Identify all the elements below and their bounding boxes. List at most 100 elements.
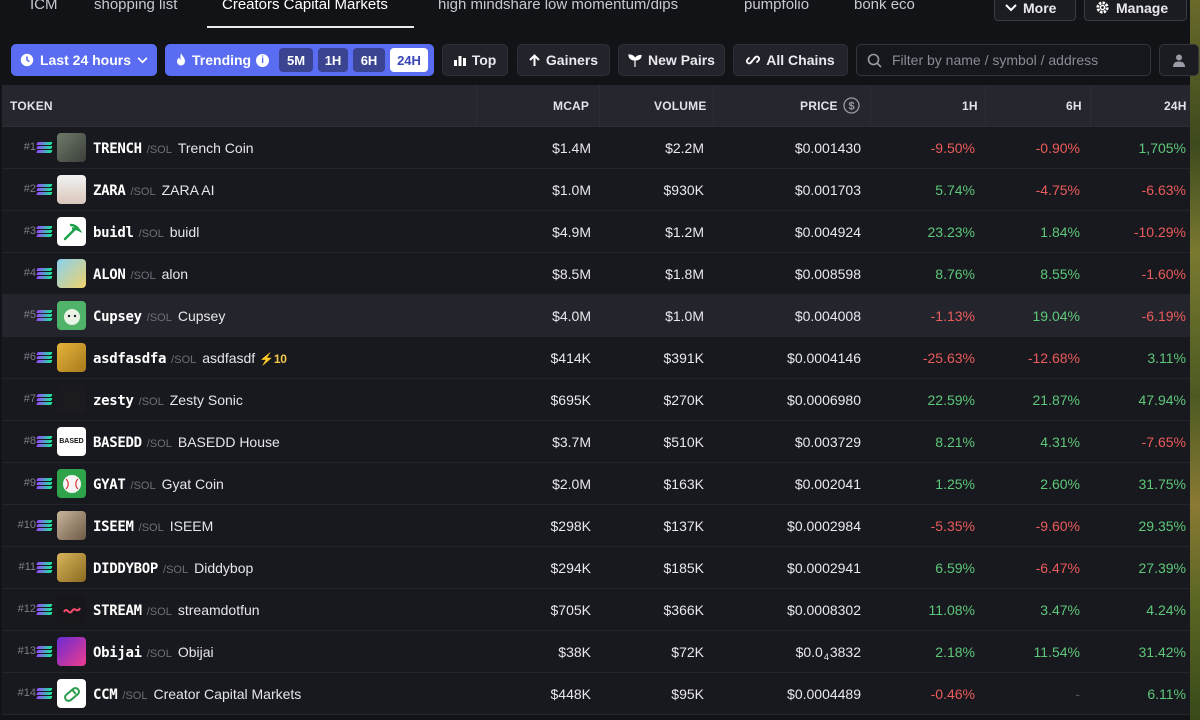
change-6h: - bbox=[1075, 686, 1080, 702]
more-button[interactable]: More bbox=[994, 0, 1076, 21]
table-row[interactable]: #10 ISEEM/SOL ISEEM $298K $137K $0.000298… bbox=[2, 505, 1190, 547]
symbol-text: asdfasdfa bbox=[93, 351, 167, 367]
table-row[interactable]: #13 Obijai/SOL Obijai $38K $72K $0.043832… bbox=[2, 631, 1190, 673]
table-row[interactable]: #1 TRENCH/SOL Trench Coin $1.4M $2.2M $0.… bbox=[2, 127, 1190, 169]
desktop-wallpaper-strip bbox=[1190, 0, 1200, 720]
column-divider bbox=[713, 85, 714, 126]
pair-quote: /SOL bbox=[146, 144, 172, 156]
table-row[interactable]: #12 STREAM/SOL streamdotfun $705K $366K $… bbox=[2, 589, 1190, 631]
rank-label: #4 bbox=[23, 267, 36, 279]
column-24h[interactable]: 24H bbox=[1164, 99, 1187, 113]
column-token[interactable]: TOKEN bbox=[10, 99, 53, 113]
volume-value: $270K bbox=[663, 392, 704, 408]
mcap-value: $294K bbox=[550, 560, 591, 576]
mcap-value: $8.5M bbox=[552, 266, 591, 282]
price-digits: 3832 bbox=[829, 644, 861, 660]
column-divider bbox=[985, 85, 986, 126]
trending-label: Trending bbox=[192, 52, 252, 68]
tab-bonk-eco[interactable]: bonk eco bbox=[854, 0, 915, 20]
mcap-value: $298K bbox=[550, 518, 591, 534]
table-row[interactable]: #6 asdfasdfa/SOL asdfasdf ⚡10 $414K $391K … bbox=[2, 337, 1190, 379]
price-value: $0.0004146 bbox=[787, 350, 861, 366]
boost-count: 10 bbox=[273, 352, 287, 366]
mcap-value: $695K bbox=[550, 392, 591, 408]
symbol-text: Cupsey bbox=[93, 309, 142, 325]
table-row[interactable]: #11 DIDDYBOP/SOL Diddybop $294K $185K $0.… bbox=[2, 547, 1190, 589]
table-row[interactable]: #8 BASED BASEDD/SOL BASEDD House $3.7M $5… bbox=[2, 421, 1190, 463]
trending-filter[interactable]: Trending i 5M 1H 6H 24H bbox=[165, 44, 434, 76]
table-body: #1 TRENCH/SOL Trench Coin $1.4M $2.2M $0.… bbox=[2, 127, 1190, 715]
info-icon[interactable]: i bbox=[256, 53, 270, 67]
table-row[interactable]: #4 ALON/SOL alon $8.5M $1.8M $0.008598 8.… bbox=[2, 253, 1190, 295]
table-row[interactable]: #14 CCM/SOL Creator Capital Markets $448K… bbox=[2, 673, 1190, 715]
change-1h: 8.21% bbox=[935, 434, 975, 450]
table-row[interactable]: #3 buidl/SOL buidl $4.9M $1.2M $0.004924 … bbox=[2, 211, 1190, 253]
all-chains-button[interactable]: All Chains bbox=[733, 44, 848, 76]
table-row[interactable]: #9 GYAT/SOL Gyat Coin $2.0M $163K $0.0020… bbox=[2, 463, 1190, 505]
tab-high-mindshare[interactable]: high mindshare low momentum/dips bbox=[438, 0, 678, 20]
manage-button[interactable]: Manage bbox=[1084, 0, 1187, 21]
price-value: $0.0002941 bbox=[787, 560, 861, 576]
price-value: $0.003729 bbox=[794, 434, 861, 450]
trending-24h-button[interactable]: 24H bbox=[390, 48, 428, 72]
trending-5m-button[interactable]: 5M bbox=[279, 48, 313, 72]
price-value: $0.002041 bbox=[794, 476, 861, 492]
change-24h: 27.39% bbox=[1138, 560, 1186, 576]
volume-value: $1.0M bbox=[665, 308, 704, 324]
gear-icon bbox=[1096, 1, 1109, 14]
tab-icm[interactable]: ICM bbox=[30, 0, 58, 20]
column-volume[interactable]: VOLUME bbox=[654, 99, 707, 113]
zara-avatar bbox=[57, 175, 86, 204]
change-6h: -12.68% bbox=[1027, 350, 1080, 366]
price-value: $0.0002984 bbox=[787, 518, 861, 534]
dollar-circle-icon[interactable]: $ bbox=[843, 97, 860, 114]
tab-shopping-list[interactable]: shopping list bbox=[94, 0, 177, 20]
token-symbol: zesty/SOL Zesty Sonic bbox=[93, 392, 243, 409]
symbol-text: ALON bbox=[93, 267, 126, 283]
mascot-icon bbox=[63, 308, 80, 325]
table-row[interactable]: #2 ZARA/SOL ZARA AI $1.0M $930K $0.001703… bbox=[2, 169, 1190, 211]
column-6h[interactable]: 6H bbox=[1066, 99, 1082, 113]
timeframe-dropdown[interactable]: Last 24 hours bbox=[11, 44, 157, 76]
solana-icon bbox=[36, 142, 53, 154]
column-price[interactable]: PRICE bbox=[800, 99, 838, 113]
pill-icon bbox=[63, 686, 80, 702]
mcap-value: $38K bbox=[558, 644, 591, 660]
solana-icon bbox=[36, 646, 53, 658]
column-1h[interactable]: 1H bbox=[962, 99, 978, 113]
new-pairs-button[interactable]: New Pairs bbox=[618, 44, 725, 76]
token-name: BASEDD House bbox=[177, 434, 280, 450]
tab-pumpfolio[interactable]: pumpfolio bbox=[744, 0, 809, 20]
search-input[interactable] bbox=[892, 52, 1142, 68]
symbol-text: buidl bbox=[93, 225, 134, 241]
column-divider bbox=[1090, 85, 1091, 126]
rank-label: #12 bbox=[17, 603, 36, 615]
token-name: Zesty Sonic bbox=[169, 392, 243, 408]
column-mcap[interactable]: MCAP bbox=[553, 99, 589, 113]
trending-1h-button[interactable]: 1H bbox=[318, 48, 348, 72]
table-row[interactable]: #5 Cupsey/SOL Cupsey $4.0M $1.0M $0.00400… bbox=[2, 295, 1190, 337]
symbol-text: BASEDD bbox=[93, 435, 142, 451]
token-name: Gyat Coin bbox=[161, 476, 224, 492]
user-menu-button[interactable] bbox=[1159, 44, 1199, 76]
rank-label: #5 bbox=[23, 309, 36, 321]
rank-label: #6 bbox=[23, 351, 36, 363]
mcap-value: $1.4M bbox=[552, 140, 591, 156]
top-button[interactable]: Top bbox=[442, 44, 508, 76]
token-search[interactable] bbox=[856, 44, 1151, 76]
solana-icon bbox=[36, 436, 53, 448]
table-row[interactable]: #7 zesty/SOL Zesty Sonic $695K $270K $0.0… bbox=[2, 379, 1190, 421]
trending-6h-button[interactable]: 6H bbox=[353, 48, 385, 72]
volume-value: $930K bbox=[663, 182, 704, 198]
change-24h: -6.19% bbox=[1141, 308, 1186, 324]
pair-quote: /SOL bbox=[130, 480, 156, 492]
pair-quote: /SOL bbox=[146, 648, 172, 660]
column-divider bbox=[870, 85, 871, 126]
volume-value: $1.8M bbox=[665, 266, 704, 282]
rank-label: #11 bbox=[18, 561, 36, 573]
token-name: Creator Capital Markets bbox=[153, 686, 302, 702]
tab-creators-capital-markets[interactable]: Creators Capital Markets bbox=[222, 0, 388, 20]
chevron-down-icon bbox=[1005, 3, 1017, 11]
gainers-label: Gainers bbox=[545, 52, 599, 68]
gainers-button[interactable]: Gainers bbox=[517, 44, 610, 76]
